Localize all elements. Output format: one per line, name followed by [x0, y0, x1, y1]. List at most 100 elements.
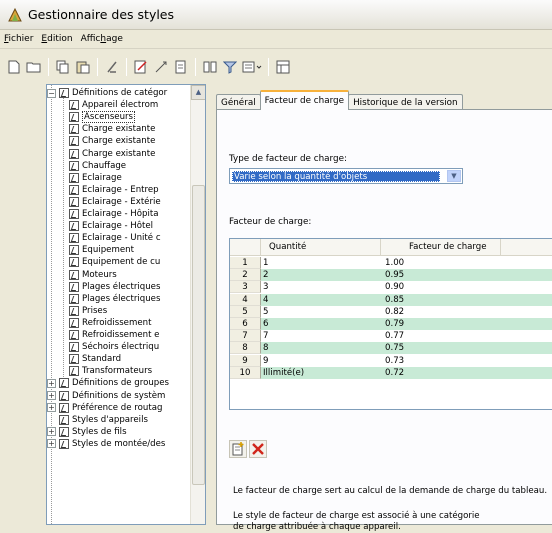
folder-style-icon — [59, 390, 69, 401]
load-factor-cell[interactable]: 0.72 — [381, 366, 501, 379]
menu-fichier[interactable]: Fichier — [4, 34, 33, 44]
tree-item[interactable]: Refroidissement — [69, 317, 151, 329]
tree-item[interactable]: Eclairage - Hôpita — [69, 208, 159, 220]
expand-icon[interactable]: + — [47, 439, 56, 449]
tree-item[interactable]: + Préférence de routag — [47, 402, 162, 414]
chevron-down-icon[interactable]: ▼ — [447, 170, 461, 182]
tree-item[interactable]: Ascenseurs — [69, 111, 136, 124]
load-factor-cell[interactable]: 0.77 — [381, 330, 501, 342]
table-row[interactable]: 3 3 0.90 — [230, 281, 552, 294]
expand-icon[interactable]: + — [47, 391, 56, 400]
tree-item[interactable]: Eclairage — [69, 172, 122, 184]
table-row[interactable]: 2 2 0.95 — [230, 269, 552, 282]
quantity-cell[interactable]: 3 — [261, 281, 381, 293]
filter-style-icon[interactable] — [172, 58, 190, 76]
tree-item[interactable]: Refroidissement e — [69, 329, 159, 341]
set-from-icon[interactable] — [152, 58, 170, 76]
tree-item[interactable]: Plages électriques — [69, 281, 160, 293]
load-factor-cell[interactable]: 0.85 — [381, 293, 501, 306]
quantity-cell[interactable]: 8 — [261, 342, 381, 355]
menu-edition[interactable]: Edition — [41, 34, 72, 44]
style-tree[interactable]: − Définitions de catégor Appareil électrom… — [46, 84, 206, 525]
paste-icon[interactable] — [74, 58, 92, 76]
open-icon[interactable] — [25, 58, 43, 76]
load-category-icon — [69, 293, 79, 304]
table-row[interactable]: 9 9 0.73 — [230, 354, 552, 367]
tree-item[interactable]: Charge existante — [69, 148, 155, 160]
tree-item[interactable]: − Définitions de catégor — [47, 87, 167, 99]
table-row[interactable]: 5 5 0.82 — [230, 305, 552, 318]
toggle-view-icon[interactable] — [201, 58, 219, 76]
tree-item[interactable]: Standard — [69, 353, 121, 365]
package-icon[interactable] — [274, 58, 292, 76]
table-row[interactable]: 8 8 0.75 — [230, 342, 552, 355]
filter-icon[interactable] — [221, 58, 239, 76]
tree-item[interactable]: Prises — [69, 305, 107, 317]
quantity-cell[interactable]: 2 — [261, 269, 381, 282]
table-row[interactable]: 4 4 0.85 — [230, 293, 552, 306]
column-header-load-factor[interactable]: Facteur de charge — [381, 239, 501, 256]
tree-item[interactable]: Appareil électrom — [69, 99, 158, 111]
quantity-cell[interactable]: 5 — [261, 306, 381, 318]
load-factor-cell[interactable]: 0.95 — [381, 269, 501, 282]
quantity-cell[interactable]: 7 — [261, 330, 381, 342]
table-row[interactable]: 7 7 0.77 — [230, 330, 552, 343]
tab-general[interactable]: Général — [216, 94, 261, 110]
add-row-button[interactable] — [229, 440, 247, 458]
load-factor-cell[interactable]: 0.82 — [381, 306, 501, 318]
toolbar-separator — [195, 58, 196, 76]
tree-item[interactable]: Equipement — [69, 244, 134, 256]
tree-item[interactable]: Charge existante — [69, 123, 155, 135]
tree-item[interactable]: Moteurs — [69, 269, 117, 281]
tree-item[interactable]: Equipement de cu — [69, 256, 160, 268]
delete-row-button[interactable] — [249, 440, 267, 458]
quantity-cell[interactable]: Illimité(e) — [261, 366, 381, 379]
load-factor-type-select[interactable]: Varie selon la quantité d'objets ▼ — [229, 168, 463, 184]
expand-icon[interactable]: + — [47, 427, 56, 437]
load-factor-cell[interactable]: 0.79 — [381, 318, 501, 330]
table-row[interactable]: 10 Illimité(e) 0.72 — [230, 366, 552, 379]
purge-icon[interactable] — [103, 58, 121, 76]
quantity-cell[interactable]: 1 — [261, 257, 381, 269]
details-panel: Général Facteur de charge Historique de … — [212, 84, 552, 532]
tree-item[interactable]: Styles d'appareils — [47, 414, 148, 426]
tree-item[interactable]: Eclairage - Extérie — [69, 196, 161, 208]
expand-icon[interactable]: + — [47, 378, 56, 388]
scroll-up-button[interactable]: ▲ — [191, 85, 205, 100]
edit-style-icon[interactable] — [132, 58, 150, 76]
tab-load-factor[interactable]: Facteur de charge — [259, 90, 350, 110]
tab-version-history[interactable]: Historique de la version — [348, 94, 463, 110]
tree-item[interactable]: + Styles de fils — [47, 426, 127, 438]
menu-affichage[interactable]: Affichage — [81, 34, 123, 44]
quantity-cell[interactable]: 6 — [261, 318, 381, 330]
tree-item[interactable]: Plages électriques — [69, 293, 160, 305]
table-row[interactable]: 1 1 1.00 — [230, 257, 552, 269]
expand-icon[interactable]: + — [47, 403, 56, 413]
tree-item[interactable]: + Définitions de systèm — [47, 390, 165, 402]
tree-item[interactable]: + Styles de montée/des — [47, 438, 165, 450]
tree-item[interactable]: Transformateurs — [69, 365, 152, 377]
scroll-thumb[interactable] — [192, 185, 205, 485]
tree-item[interactable]: Eclairage - Hôtel — [69, 220, 153, 232]
quantity-cell[interactable]: 4 — [261, 293, 381, 306]
quantity-cell[interactable]: 9 — [261, 355, 381, 367]
load-factor-cell[interactable]: 0.75 — [381, 342, 501, 355]
tree-item[interactable]: Eclairage - Unité c — [69, 232, 161, 244]
table-row[interactable]: 6 6 0.79 — [230, 318, 552, 330]
collapse-icon[interactable]: − — [47, 88, 56, 98]
view-options-icon[interactable] — [241, 58, 263, 76]
load-factor-cell[interactable]: 0.90 — [381, 281, 501, 293]
load-factor-cell[interactable]: 1.00 — [381, 257, 501, 269]
tree-item[interactable]: Chauffage — [69, 160, 126, 172]
tree-item[interactable]: Eclairage - Entrep — [69, 184, 159, 196]
copy-icon[interactable] — [54, 58, 72, 76]
tree-item[interactable]: + Définitions de groupes — [47, 377, 169, 389]
tree-item[interactable]: Séchoirs électriqu — [69, 341, 159, 353]
tree-item-label: Charge existante — [82, 136, 156, 147]
new-icon[interactable] — [5, 58, 23, 76]
tree-item[interactable]: Charge existante — [69, 135, 155, 147]
load-factor-cell[interactable]: 0.73 — [381, 355, 501, 367]
load-factor-grid[interactable]: Quantité Facteur de charge 1 1 1.00 2 2 0.95 3… — [229, 238, 552, 410]
column-header-quantity[interactable]: Quantité — [261, 239, 381, 256]
tree-scrollbar[interactable]: ▲ — [190, 85, 205, 524]
